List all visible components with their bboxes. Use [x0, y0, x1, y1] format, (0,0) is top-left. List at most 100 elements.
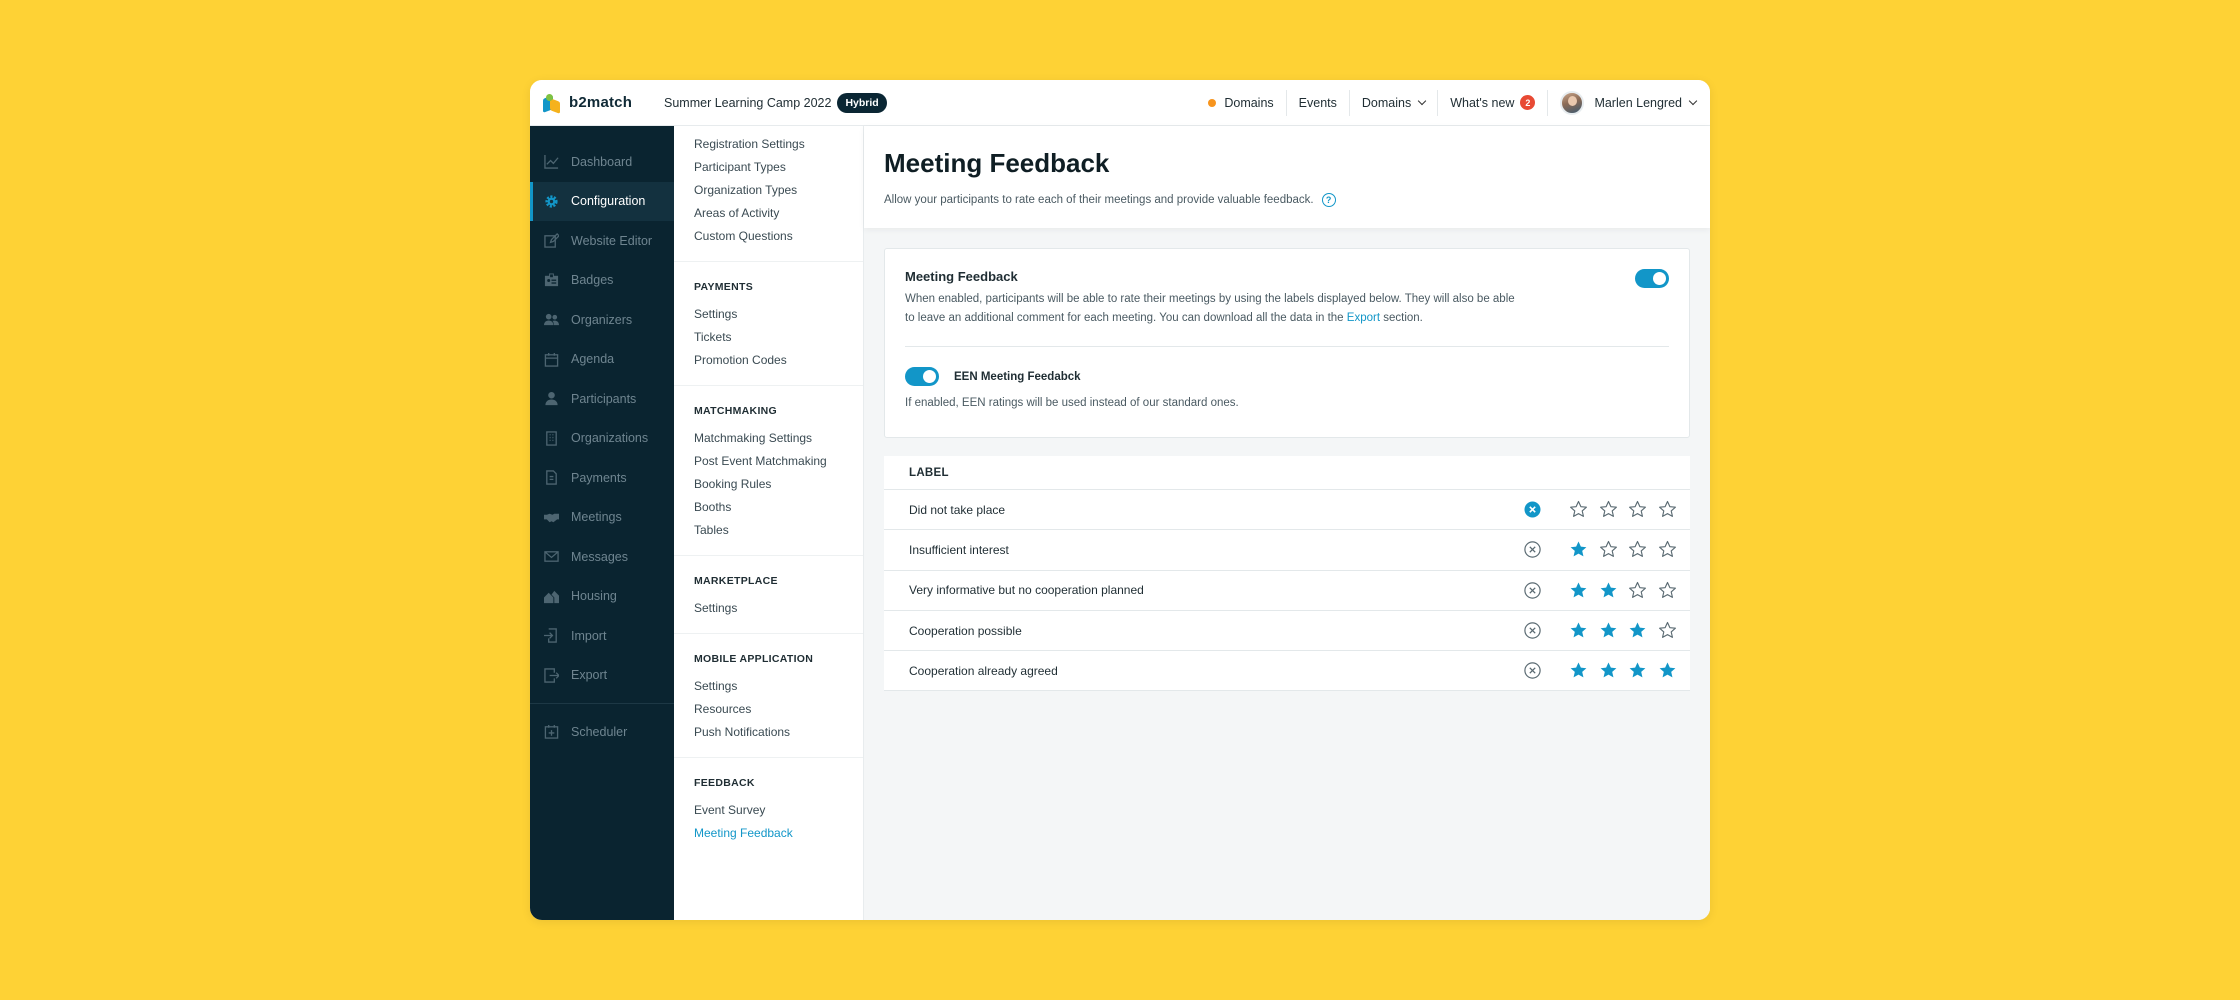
submenu-item-tickets[interactable]: Tickets [694, 326, 843, 349]
star-filled-icon[interactable] [1658, 661, 1677, 680]
sidebar-item-organizations[interactable]: Organizations [530, 419, 674, 459]
submenu-item-matchmaking-settings[interactable]: Matchmaking Settings [694, 427, 843, 450]
sidebar-item-badges[interactable]: Badges [530, 261, 674, 301]
building-icon [543, 430, 559, 446]
meeting-feedback-toggle[interactable] [1635, 269, 1669, 288]
star-outline-icon[interactable] [1628, 581, 1647, 600]
top-bar: b2match Summer Learning Camp 2022 Hybrid… [530, 80, 1710, 126]
sidebar-item-scheduler[interactable]: Scheduler [530, 712, 674, 752]
sidebar-item-messages[interactable]: Messages [530, 537, 674, 577]
close-circle-icon[interactable] [1523, 582, 1541, 599]
table-row: Did not take place [884, 490, 1690, 531]
submenu-item-marketplace-settings[interactable]: Settings [694, 597, 843, 620]
row-label: Did not take place [909, 502, 1006, 517]
import-icon [543, 628, 559, 644]
star-filled-icon[interactable] [1628, 661, 1647, 680]
page-title: Meeting Feedback [884, 148, 1110, 178]
avatar [1560, 90, 1585, 115]
star-outline-icon[interactable] [1599, 500, 1618, 519]
top-nav-label: Domains [1361, 95, 1412, 110]
star-filled-icon[interactable] [1569, 540, 1588, 559]
sidebar-item-website-editor[interactable]: Website Editor [530, 221, 674, 261]
sidebar-item-label: Configuration [571, 194, 646, 209]
sidebar-item-configuration[interactable]: Configuration [530, 181, 674, 221]
star-outline-icon[interactable] [1599, 540, 1618, 559]
submenu-item-meeting-feedback[interactable]: Meeting Feedback [694, 822, 843, 845]
submenu-item-areas-of-activity[interactable]: Areas of Activity [694, 202, 843, 225]
submenu-heading: MARKETPLACE [694, 575, 778, 587]
submenu-item-registration-settings[interactable]: Registration Settings [694, 133, 843, 156]
star-outline-icon[interactable] [1658, 500, 1677, 519]
star-outline-icon[interactable] [1628, 540, 1647, 559]
sidebar-item-agenda[interactable]: Agenda [530, 340, 674, 380]
table-header: LABEL [884, 456, 1690, 490]
star-filled-icon[interactable] [1569, 661, 1588, 680]
star-filled-icon[interactable] [1599, 621, 1618, 640]
een-feedback-toggle[interactable] [905, 367, 939, 386]
star-filled-icon[interactable] [1599, 581, 1618, 600]
sidebar-item-payments[interactable]: Payments [530, 458, 674, 498]
submenu-item-booking-rules[interactable]: Booking Rules [694, 473, 843, 496]
submenu-item-promotion-codes[interactable]: Promotion Codes [694, 349, 843, 372]
close-circle-icon[interactable] [1523, 662, 1541, 680]
close-circle-icon[interactable] [1523, 541, 1541, 559]
star-outline-icon[interactable] [1658, 621, 1677, 640]
user-name: Marlen Lengred [1594, 95, 1682, 110]
top-nav-domains-dropdown[interactable]: Domains [1350, 89, 1439, 116]
een-feedback-description: If enabled, EEN ratings will be used ins… [905, 397, 1239, 409]
top-nav: Domains Events Domains What's new 2 Marl… [1196, 80, 1710, 125]
star-filled-icon[interactable] [1569, 621, 1588, 640]
star-outline-icon[interactable] [1569, 500, 1588, 519]
card-description: When enabled, participants will be able … [905, 290, 1525, 328]
submenu-item-resources[interactable]: Resources [694, 698, 843, 721]
sidebar-item-label: Organizations [571, 431, 649, 446]
star-outline-icon[interactable] [1658, 581, 1677, 600]
logo[interactable]: b2match [542, 93, 646, 114]
edit-icon [543, 233, 559, 249]
star-filled-icon[interactable] [1599, 661, 1618, 680]
submenu-item-organization-types[interactable]: Organization Types [694, 179, 843, 202]
submenu-group-matchmaking: MATCHMAKING Matchmaking Settings Post Ev… [674, 386, 863, 556]
sidebar-item-label: Badges [571, 273, 614, 288]
submenu-group-feedback: FEEDBACK Event Survey Meeting Feedback [674, 758, 863, 858]
top-nav-label: What's new [1450, 95, 1515, 110]
submenu-item-mobile-settings[interactable]: Settings [694, 675, 843, 698]
sidebar-item-dashboard[interactable]: Dashboard [530, 142, 674, 182]
person-icon [543, 391, 559, 407]
top-nav-whats-new[interactable]: What's new 2 [1438, 89, 1549, 116]
help-icon[interactable]: ? [1321, 193, 1336, 207]
feedback-labels-table: LABEL Did not take place Insufficient int… [884, 456, 1690, 692]
submenu-item-custom-questions[interactable]: Custom Questions [694, 225, 843, 248]
config-submenu: Registration Settings Participant Types … [674, 126, 864, 920]
export-link[interactable]: Export [1347, 312, 1380, 324]
user-menu[interactable]: Marlen Lengred [1548, 90, 1710, 116]
calendar-icon [543, 351, 559, 367]
sidebar-item-organizers[interactable]: Organizers [530, 300, 674, 340]
top-nav-events[interactable]: Events [1287, 89, 1350, 116]
sidebar-item-export[interactable]: Export [530, 656, 674, 696]
sidebar-item-participants[interactable]: Participants [530, 379, 674, 419]
submenu-item-payments-settings[interactable]: Settings [694, 303, 843, 326]
star-outline-icon[interactable] [1628, 500, 1647, 519]
submenu-item-booths[interactable]: Booths [694, 496, 843, 519]
star-outline-icon[interactable] [1658, 540, 1677, 559]
star-rating [1559, 621, 1677, 640]
top-nav-domains-status[interactable]: Domains [1196, 89, 1287, 116]
sidebar-item-meetings[interactable]: Meetings [530, 498, 674, 538]
sidebar-item-housing[interactable]: Housing [530, 577, 674, 617]
submenu-item-event-survey[interactable]: Event Survey [694, 799, 843, 822]
submenu-item-participant-types[interactable]: Participant Types [694, 156, 843, 179]
submenu-item-push-notifications[interactable]: Push Notifications [694, 721, 843, 744]
close-circle-icon[interactable] [1523, 622, 1541, 639]
table-row: Insufficient interest [884, 530, 1690, 571]
star-filled-icon[interactable] [1569, 581, 1588, 600]
sidebar-item-import[interactable]: Import [530, 616, 674, 656]
row-label: Very informative but no cooperation plan… [909, 583, 1144, 598]
submenu-item-tables[interactable]: Tables [694, 519, 843, 542]
star-filled-icon[interactable] [1628, 621, 1647, 640]
submenu-item-post-event-matchmaking[interactable]: Post Event Matchmaking [694, 450, 843, 473]
sidebar-item-label: Website Editor [571, 233, 653, 248]
table-row: Very informative but no cooperation plan… [884, 571, 1690, 611]
page-description: Allow your participants to rate each of … [884, 193, 1690, 207]
close-circle-icon[interactable] [1524, 501, 1541, 518]
